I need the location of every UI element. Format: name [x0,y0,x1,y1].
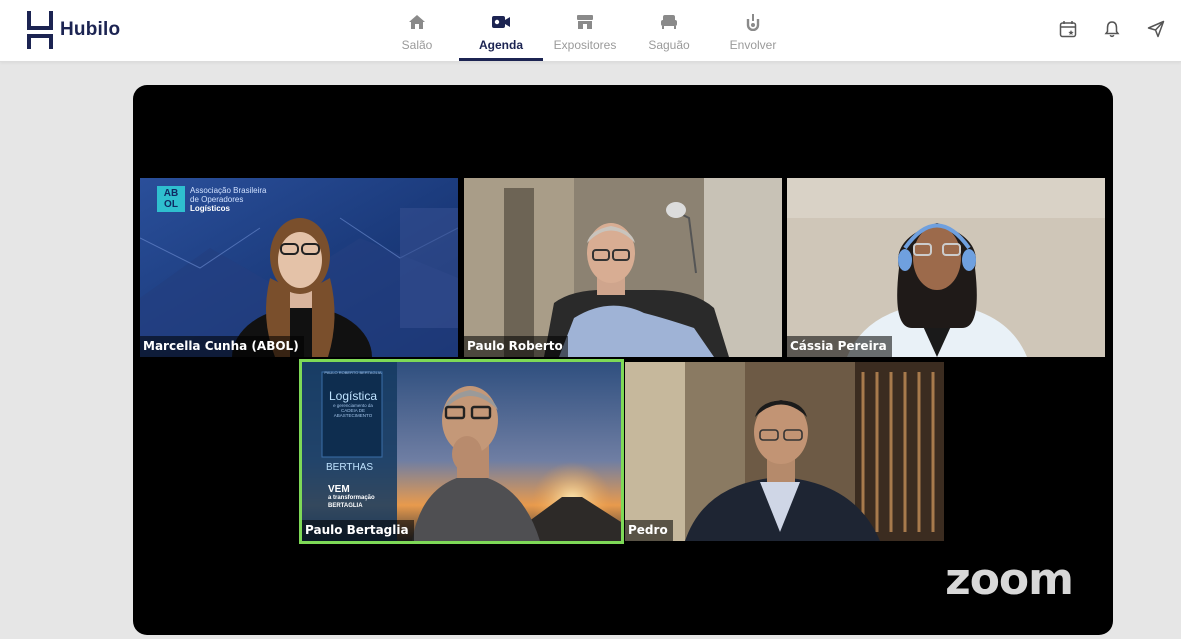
nav-item-saguao[interactable]: Saguão [627,0,711,61]
zoom-logo: zoom [945,554,1074,605]
participant-name: Paulo Roberto [464,336,568,357]
participant-name: Paulo Bertaglia [302,520,414,541]
book-author: PAULO ROBERTO BERTAGLIA [324,370,382,375]
brand-name: Hubilo [60,19,121,40]
send-icon[interactable] [1145,18,1167,40]
participant-tile-cassia-pereira[interactable]: Cássia Pereira [787,178,1105,357]
participant-name: Cássia Pereira [787,336,892,357]
berthas-logo-text: BERTHAS [326,462,374,473]
participant-video [787,178,1105,357]
video-call-stage: AB OL Associação Brasileira de Operadore… [133,85,1113,635]
participant-tile-paulo-roberto[interactable]: Paulo Roberto [464,178,782,357]
hubilo-logo[interactable]: Hubilo [26,10,120,50]
store-icon [576,12,594,32]
nav-item-agenda[interactable]: Agenda [459,0,543,61]
slogan-line-2: a transformação [328,495,375,501]
engage-icon [745,12,761,32]
nav-label: Agenda [478,38,523,52]
nav-label: Saguão [648,38,690,52]
participant-tile-pedro[interactable]: Pedro [625,362,944,541]
nav-label: Envolver [729,38,777,52]
nav-item-salao[interactable]: Salão [375,0,459,61]
abol-line-3: Logísticos [190,204,231,213]
top-navigation-bar: Hubilo Salão Agenda Expositores Saguão E… [0,0,1181,62]
nav-item-envolver[interactable]: Envolver [711,0,795,61]
header-actions [1057,18,1167,40]
participant-name: Pedro [625,520,673,541]
abol-logo-bottom: OL [164,199,178,210]
main-nav: Salão Agenda Expositores Saguão Envolver [375,0,795,61]
abol-line-2: de Operadores [190,195,244,204]
slogan-line-1: VEM [328,484,350,495]
participant-video [140,178,458,357]
hubilo-logo-mark [26,10,54,50]
calendar-star-icon[interactable] [1057,18,1079,40]
nav-label: Salão [401,38,433,52]
video-camera-icon [491,12,511,32]
abol-logo-top: AB [163,188,179,199]
abol-logo: AB OL [157,186,185,212]
participant-video [464,178,782,357]
participant-tile-marcella[interactable]: AB OL Associação Brasileira de Operadore… [140,178,458,357]
bell-icon[interactable] [1101,18,1123,40]
participant-tile-paulo-bertaglia[interactable]: PAULO ROBERTO BERTAGLIA Logística e gere… [299,359,624,544]
home-icon [408,12,426,32]
book-subtitle-2: CADEIA DE ABASTECIMENTO [333,408,373,418]
nav-label: Expositores [553,38,617,52]
abol-banner-text: Associação Brasileira de Operadores Logí… [190,186,266,213]
participant-name: Marcella Cunha (ABOL) [140,336,304,357]
nav-item-expositores[interactable]: Expositores [543,0,627,61]
participant-video [625,362,944,541]
abol-line-1: Associação Brasileira [190,186,267,195]
slogan-line-3: BERTAGLIA [328,503,363,509]
lounge-chair-icon [660,12,678,32]
book-title: Logística [328,389,378,403]
book-cover: PAULO ROBERTO BERTAGLIA Logística e gere… [324,370,382,418]
slogan-text: VEM a transformação BERTAGLIA [328,484,375,510]
